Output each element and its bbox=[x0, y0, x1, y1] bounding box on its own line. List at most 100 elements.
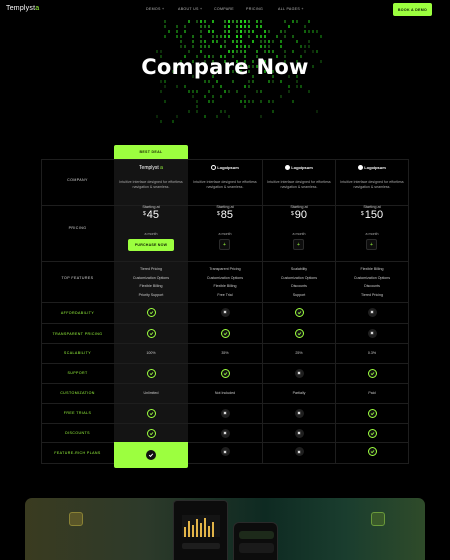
feature-item: Customization Options bbox=[280, 275, 318, 280]
discounts-cell bbox=[188, 427, 262, 439]
scalability-value: 25% bbox=[295, 351, 303, 355]
phone-mockup bbox=[233, 522, 278, 560]
phone-mockup bbox=[173, 500, 228, 560]
per-month: a month bbox=[365, 232, 379, 236]
feature-item: Discounts bbox=[291, 284, 307, 288]
feature-item: Customization Options bbox=[206, 275, 244, 280]
check-icon bbox=[146, 408, 156, 418]
col-logoipsum-1-name: Logoipsum bbox=[188, 165, 262, 171]
row-label-feature-rich-plans: FEATURE-RICH PLANS bbox=[54, 451, 101, 455]
feature-item: Priority Support bbox=[138, 292, 164, 297]
feature-rich-cell bbox=[335, 447, 409, 456]
row-label-pricing: PRICING bbox=[68, 226, 87, 230]
transparent-pricing-cell bbox=[335, 327, 409, 339]
check-icon bbox=[146, 450, 156, 460]
col-desc: Intuitive interface designed for effortl… bbox=[119, 180, 183, 189]
app-preview-banner bbox=[25, 498, 425, 560]
col-logoipsum-3-name: Logoipsum bbox=[335, 165, 409, 171]
row-label-free-trials: FREE TRIALS bbox=[63, 411, 92, 415]
check-icon bbox=[146, 328, 156, 338]
logoipsum-icon bbox=[211, 165, 217, 171]
affordability-cell bbox=[188, 306, 262, 318]
price: $90 bbox=[290, 209, 308, 221]
check-icon bbox=[220, 368, 230, 378]
close-icon bbox=[367, 328, 377, 338]
check-icon bbox=[294, 307, 304, 317]
col-logoipsum-2-name: Logoipsum bbox=[262, 165, 336, 171]
check-icon bbox=[367, 368, 377, 378]
col-desc: Intuitive interface designed for effortl… bbox=[193, 180, 257, 189]
nav-compare[interactable]: COMPARE bbox=[214, 7, 234, 11]
grid-icon bbox=[371, 512, 385, 526]
feature-item: Free Trial bbox=[217, 292, 233, 297]
check-icon bbox=[146, 307, 156, 317]
affordability-cell bbox=[335, 306, 409, 318]
row-label-discounts: DISCOUNTS bbox=[65, 431, 90, 435]
logoipsum-icon bbox=[358, 165, 364, 171]
check-icon bbox=[367, 408, 377, 418]
per-month: a month bbox=[218, 232, 232, 236]
best-deal-badge: BEST DEAL bbox=[114, 145, 188, 159]
nav-about-us[interactable]: ABOUT US + bbox=[178, 7, 202, 11]
scalability-value: 0.3% bbox=[367, 351, 377, 355]
close-icon bbox=[294, 408, 304, 418]
customization-value: Partially bbox=[292, 391, 306, 395]
feature-item: Tiered Pricing bbox=[139, 267, 163, 271]
feature-item: Flexible Billing bbox=[139, 284, 163, 288]
customization-value: Paid bbox=[368, 391, 376, 395]
free-trials-cell bbox=[262, 407, 336, 419]
feature-item: Support bbox=[292, 292, 306, 297]
feature-list: Scalability Customization Options Discou… bbox=[262, 265, 336, 299]
support-cell bbox=[188, 367, 262, 379]
close-icon bbox=[220, 428, 230, 438]
feature-item: Discounts bbox=[364, 284, 380, 288]
add-plan-button[interactable]: + bbox=[219, 239, 230, 250]
nav-all-pages[interactable]: ALL PAGES + bbox=[278, 7, 304, 11]
featured-footer bbox=[114, 442, 188, 468]
close-icon bbox=[294, 428, 304, 438]
feature-item: Flexible Billing bbox=[360, 267, 384, 271]
check-icon bbox=[220, 328, 230, 338]
discounts-cell bbox=[114, 427, 188, 439]
book-demo-button[interactable]: BOOK A DEMO bbox=[393, 3, 432, 16]
scalability-value: 35% bbox=[221, 351, 229, 355]
free-trials-cell bbox=[114, 407, 188, 419]
free-trials-cell bbox=[188, 407, 262, 419]
affordability-cell bbox=[114, 306, 188, 318]
add-plan-button[interactable]: + bbox=[366, 239, 377, 250]
add-plan-button[interactable]: + bbox=[293, 239, 304, 250]
row-label-support: SUPPORT bbox=[67, 371, 88, 375]
brand-logo[interactable]: Templysta bbox=[6, 5, 39, 12]
feature-item: Scalability bbox=[290, 267, 308, 271]
feature-item: Transparent Pricing bbox=[209, 267, 241, 271]
price: $85 bbox=[216, 209, 234, 221]
price: $150 bbox=[360, 209, 384, 221]
comparison-table: BEST DEAL COMPANY PRICING TOP FEATURES A… bbox=[41, 145, 409, 468]
app-icon bbox=[69, 512, 83, 526]
customization-value: Not Included bbox=[214, 391, 236, 395]
purchase-now-button[interactable]: PURCHASE NOW bbox=[128, 239, 174, 251]
close-icon bbox=[220, 447, 230, 456]
nav-demos[interactable]: DEMOS + bbox=[146, 7, 164, 11]
close-icon bbox=[294, 447, 304, 456]
nav-pricing[interactable]: PRICING bbox=[246, 7, 263, 11]
discounts-cell bbox=[335, 427, 409, 439]
per-month: a month bbox=[292, 232, 306, 236]
close-icon bbox=[294, 368, 304, 378]
row-label-company: COMPANY bbox=[67, 178, 88, 182]
row-label-affordability: AFFORDABILITY bbox=[60, 311, 95, 315]
row-label-scalability: SCALABILITY bbox=[63, 351, 92, 355]
support-cell bbox=[114, 367, 188, 379]
feature-rich-cell bbox=[262, 447, 336, 456]
transparent-pricing-cell bbox=[262, 327, 336, 339]
affordability-cell bbox=[262, 306, 336, 318]
row-label-top-features: TOP FEATURES bbox=[61, 276, 94, 280]
check-icon bbox=[146, 368, 156, 378]
col-templyst-name: Templyst a bbox=[139, 165, 163, 171]
transparent-pricing-cell bbox=[188, 327, 262, 339]
logoipsum-icon bbox=[285, 165, 291, 171]
check-icon bbox=[294, 328, 304, 338]
feature-item: Flexible Billing bbox=[213, 284, 237, 288]
col-desc: Intuitive interface designed for effortl… bbox=[340, 180, 404, 189]
check-icon bbox=[367, 428, 377, 438]
